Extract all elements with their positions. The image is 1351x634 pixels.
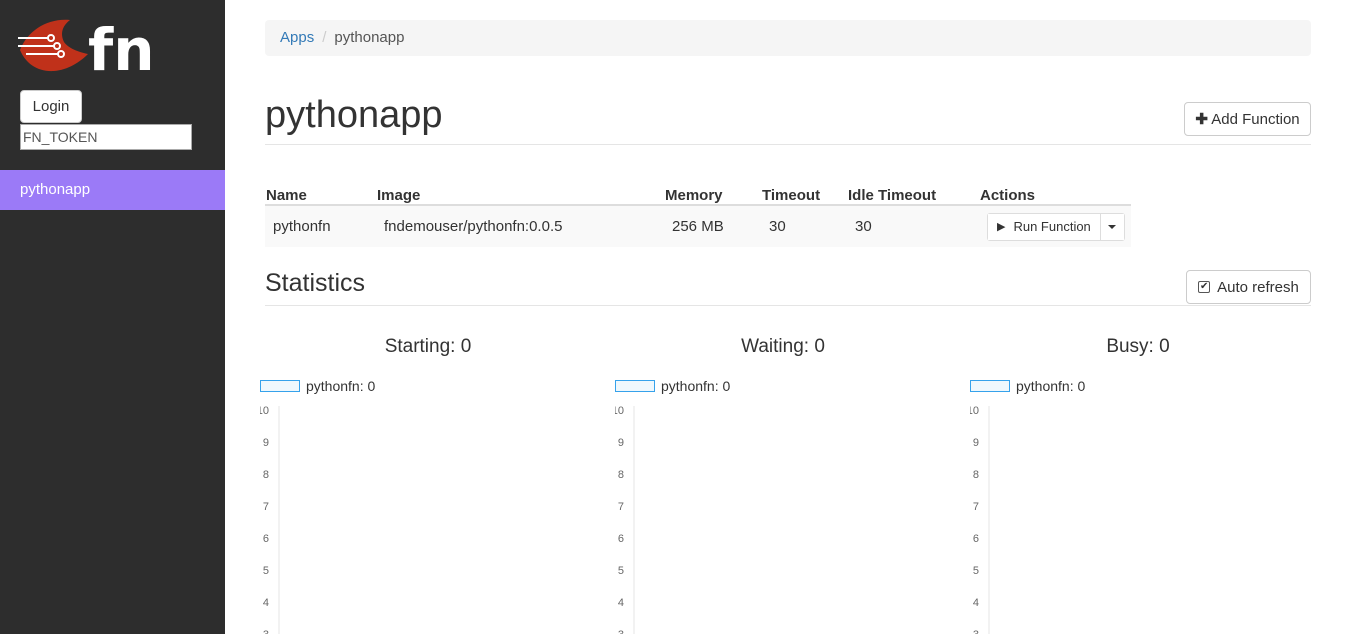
breadcrumb-apps-link[interactable]: Apps: [280, 29, 314, 46]
fn-token-input[interactable]: [20, 124, 192, 150]
legend-swatch: [260, 380, 300, 392]
run-function-label: Run Function: [1013, 219, 1091, 234]
auto-refresh-toggle[interactable]: ✔ Auto refresh: [1186, 270, 1311, 304]
caret-down-icon: [1108, 224, 1117, 229]
fn-timeout: 30: [761, 205, 847, 247]
add-function-label: Add Function: [1211, 111, 1300, 128]
chart-plot: 10 9 8 7 6 5 4 3: [615, 405, 635, 634]
y-tick-label: 9: [263, 437, 269, 449]
chart-title: Starting: 0: [384, 336, 472, 357]
col-idle-timeout: Idle Timeout: [847, 183, 979, 206]
col-name: Name: [265, 183, 376, 206]
y-tick-label: 6: [618, 533, 624, 545]
plus-icon: ✚: [1195, 111, 1208, 128]
y-tick-label: 5: [618, 565, 624, 577]
col-image: Image: [376, 183, 664, 206]
y-tick-label: 8: [973, 469, 979, 481]
y-tick-label: 8: [263, 469, 269, 481]
breadcrumb: Apps / pythonapp: [265, 20, 1311, 56]
run-function-group: ▶ Run Function: [987, 212, 1125, 241]
legend-swatch: [615, 380, 655, 392]
chart-plot: 10 9 8 7 6 5 4 3: [260, 405, 280, 634]
play-icon: ▶: [997, 221, 1006, 233]
legend-label: pythonfn: 0: [1016, 378, 1086, 394]
login-button[interactable]: Login: [20, 90, 82, 123]
fn-logo[interactable]: fn: [18, 16, 155, 84]
y-tick-label: 3: [263, 629, 269, 634]
y-tick-label: 7: [618, 501, 624, 513]
logo-text: fn: [88, 16, 153, 74]
y-tick-label: 6: [263, 533, 269, 545]
chart-title: Waiting: 0: [741, 336, 825, 357]
chart-legend[interactable]: pythonfn: 0: [970, 378, 1085, 394]
table-header-row: Name Image Memory Timeout Idle Timeout A…: [265, 183, 1131, 206]
y-tick-label: 9: [618, 437, 624, 449]
fn-actions: ▶ Run Function: [979, 205, 1131, 247]
functions-table: Name Image Memory Timeout Idle Timeout A…: [265, 183, 1131, 247]
fn-idle-timeout: 30: [847, 205, 979, 247]
y-tick-label: 5: [973, 565, 979, 577]
legend-label: pythonfn: 0: [306, 378, 376, 394]
fn-memory: 256 MB: [664, 205, 761, 247]
chart-legend[interactable]: pythonfn: 0: [260, 378, 375, 394]
y-tick-label: 8: [618, 469, 624, 481]
divider: [265, 305, 1311, 306]
statistics-title: Statistics: [265, 269, 366, 297]
col-timeout: Timeout: [761, 183, 847, 206]
checkbox-checked-icon: ✔: [1198, 281, 1211, 293]
y-tick-label: 6: [973, 533, 979, 545]
y-tick-label: 7: [973, 501, 979, 513]
sidebar-item-pythonapp[interactable]: pythonapp: [0, 170, 225, 210]
y-tick-label: 5: [263, 565, 269, 577]
fn-image: fndemouser/pythonfn:0.0.5: [376, 205, 664, 247]
breadcrumb-separator: /: [322, 29, 327, 46]
y-tick-label: 3: [973, 629, 979, 634]
breadcrumb-current: pythonapp: [334, 29, 405, 46]
chart-waiting: Waiting: 0 pythonfn: 0 10 9 8 7 6 5 4 3: [615, 332, 951, 634]
col-memory: Memory: [664, 183, 761, 206]
table-row: pythonfn fndemouser/pythonfn:0.0.5 256 M…: [265, 205, 1131, 247]
y-tick-label: 3: [618, 629, 624, 634]
y-tick-label: 4: [263, 597, 269, 609]
y-tick-label: 10: [260, 405, 269, 417]
y-tick-label: 9: [973, 437, 979, 449]
y-tick-label: 7: [263, 501, 269, 513]
chart-plot: 10 9 8 7 6 5 4 3: [970, 405, 990, 634]
add-function-button[interactable]: ✚ Add Function: [1184, 102, 1311, 136]
legend-label: pythonfn: 0: [661, 378, 731, 394]
page-title: pythonapp: [265, 94, 443, 136]
legend-swatch: [970, 380, 1010, 392]
run-function-dropdown-toggle[interactable]: [1099, 213, 1124, 240]
auto-refresh-label: Auto refresh: [1217, 278, 1299, 296]
col-actions: Actions: [979, 183, 1131, 206]
fn-name: pythonfn: [265, 205, 376, 247]
sidebar: fn Login pythonapp: [0, 0, 225, 634]
run-function-button[interactable]: ▶ Run Function: [988, 213, 1100, 240]
divider: [265, 144, 1311, 145]
y-tick-label: 10: [615, 405, 624, 417]
chart-legend[interactable]: pythonfn: 0: [615, 378, 730, 394]
chart-title: Busy: 0: [1106, 336, 1170, 357]
y-tick-label: 10: [970, 405, 979, 417]
chart-busy: Busy: 0 pythonfn: 0 10 9 8 7 6 5 4 3: [970, 332, 1306, 634]
y-tick-label: 4: [973, 597, 979, 609]
y-tick-label: 4: [618, 597, 624, 609]
chart-starting: Starting: 0 pythonfn: 0 10 9 8 7 6 5 4 3: [260, 332, 596, 634]
